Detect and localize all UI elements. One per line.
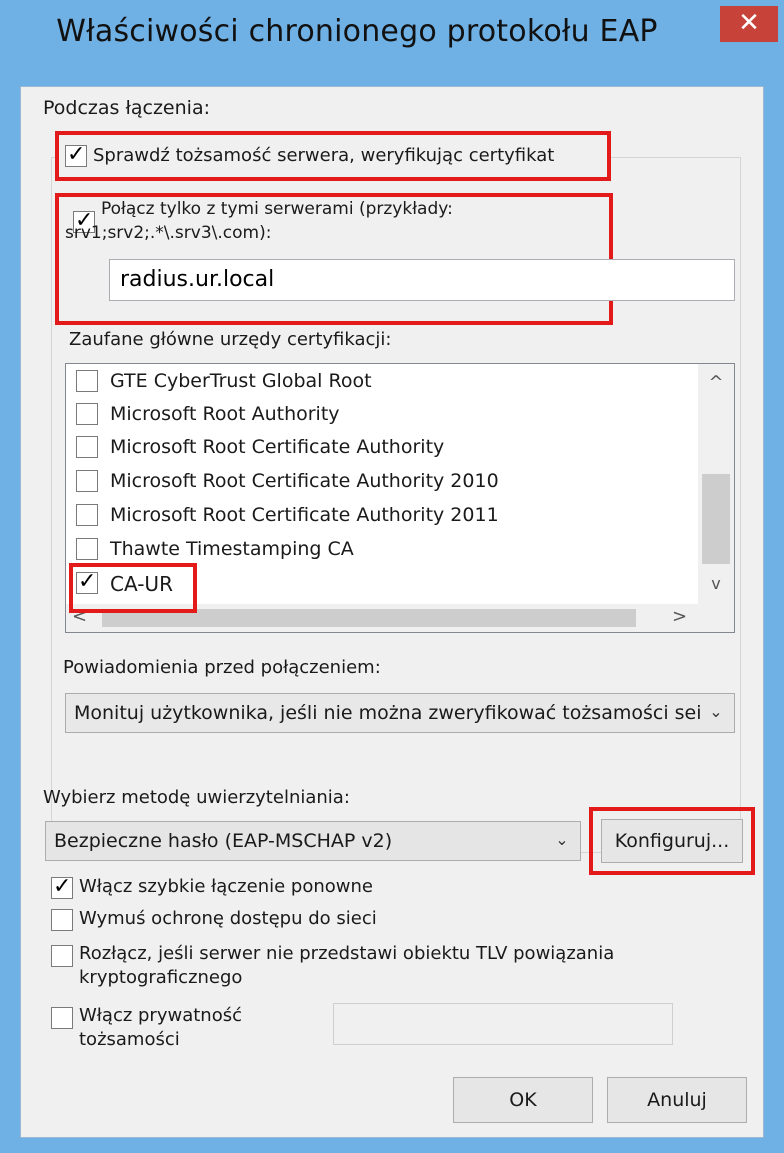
- vertical-scrollbar[interactable]: ^ v: [698, 364, 734, 604]
- fast-reconnect-label[interactable]: Włącz szybkie łączenie ponowne: [79, 876, 373, 897]
- ca-name: Thawte Timestamping CA: [110, 538, 354, 560]
- eap-properties-window: Właściwości chronionego protokołu EAP ✕ …: [0, 0, 784, 1153]
- trusted-ca-label: Zaufane główne urzędy certyfikacji:: [69, 329, 392, 350]
- list-item[interactable]: GTE CyberTrust Global Root: [76, 368, 696, 398]
- identity-privacy-input: [333, 1003, 673, 1045]
- fast-reconnect-checkbox[interactable]: [51, 874, 73, 899]
- chevron-down-icon: ⌄: [704, 700, 728, 724]
- chevron-down-icon: ⌄: [550, 828, 574, 852]
- ca-name: Microsoft Root Authority: [110, 403, 340, 425]
- connect-only-label-line2[interactable]: srv1;srv2;.*\.srv3\.com):: [65, 223, 271, 243]
- ca-name: Microsoft Root Certificate Authority: [110, 436, 445, 458]
- ca-checkbox[interactable]: [76, 504, 98, 526]
- vertical-scroll-thumb[interactable]: [702, 474, 730, 564]
- configure-button[interactable]: Konfiguruj...: [601, 819, 743, 863]
- ca-checkbox[interactable]: [76, 370, 98, 392]
- cancel-button[interactable]: Anuluj: [607, 1077, 747, 1123]
- notifications-label: Powiadomienia przed połączeniem:: [63, 657, 381, 678]
- ca-checkbox[interactable]: [76, 470, 98, 492]
- ca-checkbox[interactable]: [76, 403, 98, 425]
- scroll-up-icon[interactable]: ^: [698, 372, 734, 396]
- dialog-client-area: Podczas łączenia: Sprawdź tożsamość serw…: [20, 86, 764, 1138]
- ca-checkbox[interactable]: [76, 538, 98, 560]
- identity-privacy-checkbox[interactable]: [51, 1007, 73, 1029]
- auth-method-label: Wybierz metodę uwierzytelniania:: [43, 787, 350, 808]
- list-item[interactable]: Microsoft Root Certificate Authority 201…: [76, 468, 696, 498]
- list-item[interactable]: Microsoft Root Authority: [76, 401, 696, 431]
- ca-checkbox[interactable]: [76, 436, 98, 458]
- verify-server-cert-checkbox[interactable]: [65, 142, 87, 167]
- verify-server-cert-label[interactable]: Sprawdź tożsamość serwera, weryfikując c…: [93, 145, 554, 166]
- list-item[interactable]: Thawte Timestamping CA: [76, 536, 696, 566]
- notifications-value: Monituj użytkownika, jeśli nie można zwe…: [74, 702, 702, 724]
- notifications-select[interactable]: Monituj użytkownika, jeśli nie można zwe…: [65, 693, 735, 733]
- scroll-down-icon[interactable]: v: [698, 574, 734, 598]
- server-names-input[interactable]: radius.ur.local: [109, 259, 735, 301]
- scroll-right-icon[interactable]: >: [672, 606, 692, 630]
- auth-method-value: Bezpieczne hasło (EAP-MSCHAP v2): [54, 830, 393, 852]
- nap-label[interactable]: Wymuś ochronę dostępu do sieci: [79, 908, 377, 929]
- nap-checkbox[interactable]: [51, 909, 73, 931]
- list-item[interactable]: Microsoft Root Certificate Authority: [76, 434, 696, 464]
- identity-privacy-label-line2[interactable]: tożsamości: [79, 1029, 180, 1050]
- disconnect-tlv-label-line1[interactable]: Rozłącz, jeśli serwer nie przedstawi obi…: [79, 943, 614, 964]
- connect-only-label-line1[interactable]: Połącz tylko z tymi serwerami (przykłady…: [101, 199, 453, 219]
- ca-name: GTE CyberTrust Global Root: [110, 370, 372, 392]
- ca-name: Microsoft Root Certificate Authority 201…: [110, 504, 499, 526]
- auth-method-select[interactable]: Bezpieczne hasło (EAP-MSCHAP v2) ⌄: [45, 821, 581, 861]
- ca-name: Microsoft Root Certificate Authority 201…: [110, 470, 499, 492]
- disconnect-tlv-label-line2[interactable]: kryptograficznego: [79, 967, 242, 988]
- highlight-ca-ur: [69, 563, 197, 613]
- connecting-heading: Podczas łączenia:: [43, 97, 210, 119]
- ok-button[interactable]: OK: [453, 1077, 593, 1123]
- close-button[interactable]: ✕: [720, 6, 778, 42]
- title-bar[interactable]: Właściwości chronionego protokołu EAP ✕: [0, 0, 784, 88]
- window-title: Właściwości chronionego protokołu EAP: [56, 14, 658, 49]
- identity-privacy-label-line1[interactable]: Włącz prywatność: [79, 1005, 242, 1026]
- disconnect-tlv-checkbox[interactable]: [51, 945, 73, 967]
- list-item[interactable]: Microsoft Root Certificate Authority 201…: [76, 502, 696, 532]
- close-icon: ✕: [738, 8, 760, 38]
